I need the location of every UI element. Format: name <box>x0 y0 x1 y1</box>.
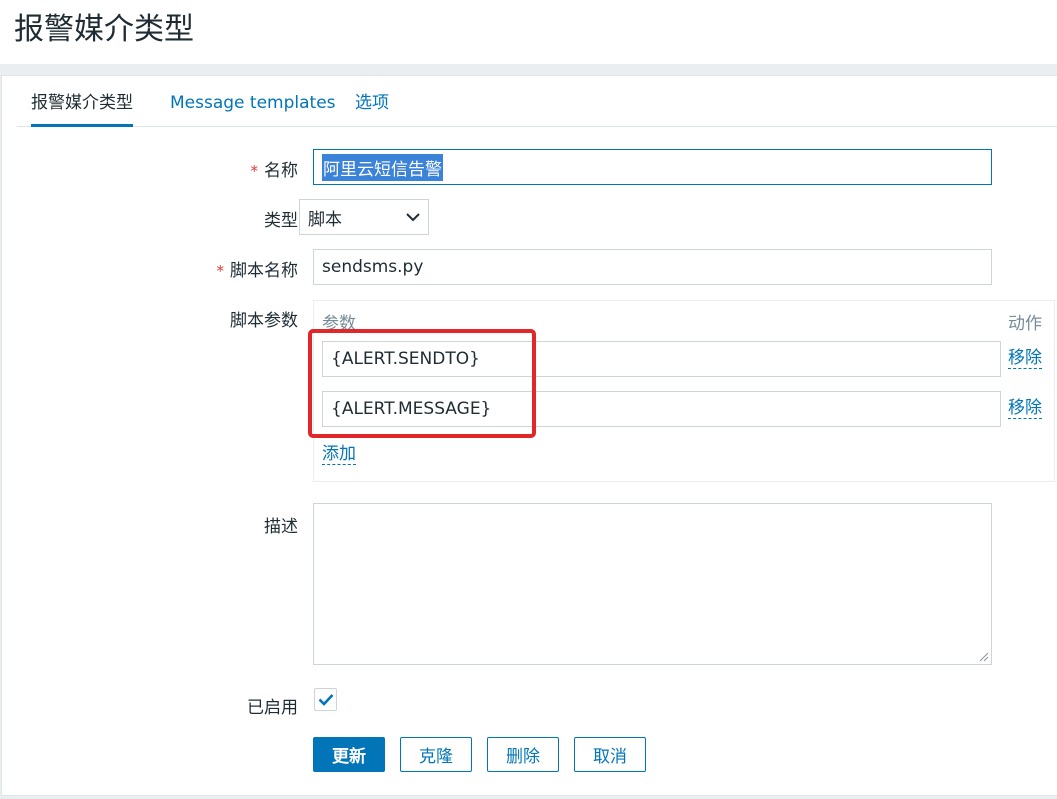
type-select[interactable]: 脚本 <box>299 199 429 235</box>
tab-bar: 报警媒介类型 Message templates 选项 <box>17 88 1057 127</box>
name-label: * 名称 <box>250 161 299 181</box>
name-input[interactable]: 阿里云短信告警 <box>313 149 992 185</box>
action-column-header: 动作 <box>1008 314 1042 334</box>
param-input[interactable]: {ALERT.MESSAGE} <box>322 391 1001 427</box>
add-param-link[interactable]: 添加 <box>322 444 356 465</box>
script-params-label: 脚本参数 <box>230 311 298 331</box>
type-select-value: 脚本 <box>308 209 342 230</box>
script-name-input[interactable]: sendsms.py <box>313 249 992 285</box>
tab-message-templates[interactable]: Message templates <box>170 88 336 126</box>
update-button[interactable]: 更新 <box>313 737 385 772</box>
script-name-label: * 脚本名称 <box>216 261 299 281</box>
checkmark-icon <box>318 694 333 706</box>
remove-param-link[interactable]: 移除 <box>1008 348 1042 369</box>
param-input[interactable]: {ALERT.SENDTO} <box>322 341 1001 377</box>
required-mark: * <box>250 162 259 180</box>
enabled-checkbox[interactable] <box>314 688 337 711</box>
description-label: 描述 <box>264 517 298 537</box>
chevron-down-icon <box>406 212 420 221</box>
page-header: 报警媒介类型 <box>0 0 1057 64</box>
page-title: 报警媒介类型 <box>14 12 194 47</box>
tab-options[interactable]: 选项 <box>355 88 389 126</box>
enabled-label: 已启用 <box>247 698 298 718</box>
clone-button[interactable]: 克隆 <box>400 737 472 772</box>
param-column-header: 参数 <box>322 314 356 334</box>
script-name-value: sendsms.py <box>322 257 424 277</box>
delete-button[interactable]: 删除 <box>487 737 559 772</box>
remove-param-link[interactable]: 移除 <box>1008 398 1042 419</box>
required-mark: * <box>216 262 225 280</box>
form-card: 报警媒介类型 Message templates 选项 * 名称 阿里云短信告警 … <box>1 75 1057 796</box>
cancel-button[interactable]: 取消 <box>574 737 646 772</box>
script-params-table: 参数 动作 {ALERT.SENDTO} 移除 {ALERT.MESSAGE} … <box>313 300 1055 482</box>
name-input-value: 阿里云短信告警 <box>322 153 443 181</box>
resize-handle-icon[interactable] <box>979 652 989 662</box>
type-label: 类型 <box>264 211 298 231</box>
description-textarea[interactable] <box>313 503 992 665</box>
tab-media-type[interactable]: 报警媒介类型 <box>31 88 133 127</box>
